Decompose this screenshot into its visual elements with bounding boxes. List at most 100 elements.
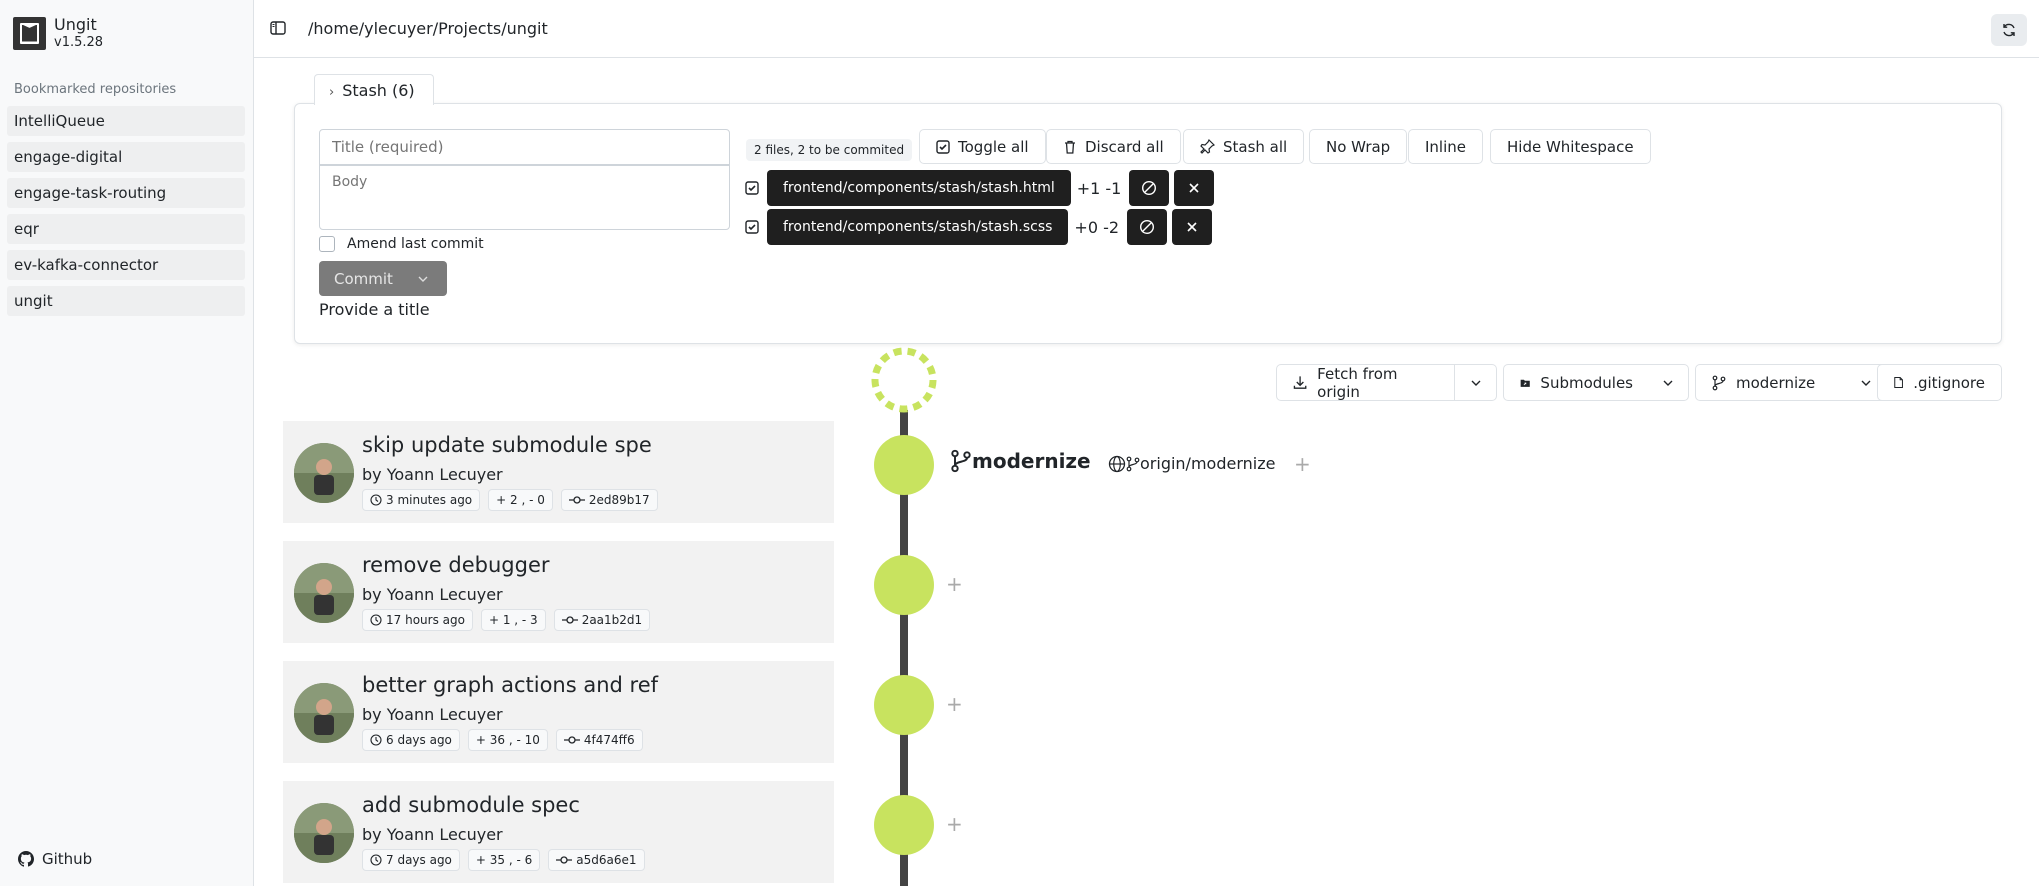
add-ref-button[interactable]: + [946,572,963,596]
ignore-file-button[interactable] [1129,170,1170,206]
commit-body-input[interactable] [319,165,730,230]
add-ref-button[interactable]: + [946,812,963,836]
commit-time-text: 6 days ago [386,733,452,747]
refresh-icon [2003,23,2015,37]
commit-sha-text: 2ed89b17 [588,493,650,507]
stash-toggle[interactable]: › Stash (6) [314,74,434,105]
bookmark-item[interactable]: eqr [7,214,245,244]
commit-sha[interactable]: a5d6a6e1 [548,849,645,871]
commit-author: by Yoann Lecuyer [362,825,503,844]
discard-all-button[interactable]: Discard all [1046,129,1181,164]
clock-icon [370,734,382,746]
repo-path: /home/ylecuyer/Projects/ungit [308,19,548,38]
local-branch-ref[interactable]: modernize [950,449,1091,473]
stash-all-button[interactable]: Stash all [1183,129,1305,164]
submodules-label: Submodules [1540,373,1633,392]
remote-branch-ref[interactable]: origin/modernize [1108,454,1275,473]
ignore-file-button[interactable] [1127,209,1168,245]
fetch-dropdown-toggle[interactable] [1455,364,1497,401]
bookmark-item[interactable]: ev-kafka-connector [7,250,245,280]
commit-stats: + 1 , - 3 [480,609,546,631]
commit-node [874,555,934,615]
commit-button[interactable]: Commit [319,261,447,296]
bookmark-item[interactable]: engage-task-routing [7,178,245,208]
commit-author: by Yoann Lecuyer [362,465,503,484]
avatar [294,443,354,503]
file-row: frontend/components/stash/stash.scss +0 … [745,208,1217,246]
bookmark-item[interactable]: IntelliQueue [7,106,245,136]
avatar [294,683,354,743]
branch-button[interactable]: modernize [1695,364,1848,401]
toggle-sidebar-button[interactable] [270,20,286,40]
commit-author: by Yoann Lecuyer [362,705,503,724]
commit-time-text: 7 days ago [386,853,452,867]
amend-checkbox[interactable]: Amend last commit [319,236,484,252]
commit-author: by Yoann Lecuyer [362,585,503,604]
no-wrap-label: No Wrap [1326,137,1391,156]
inline-button[interactable]: Inline [1408,129,1484,164]
brand[interactable]: Ungit v1.5.28 [13,15,103,51]
clock-icon [370,854,382,866]
stash-label: Stash (6) [342,81,415,100]
check-square-icon [745,181,759,195]
gitignore-label: .gitignore [1913,373,1985,392]
chevron-down-icon [1663,380,1672,386]
ban-icon [1140,219,1155,235]
commit-node [874,795,934,855]
commit-sha[interactable]: 2aa1b2d1 [553,609,651,631]
checkbox[interactable] [319,236,335,252]
no-wrap-button[interactable]: No Wrap [1309,129,1408,164]
commit-sha[interactable]: 4f474ff6 [555,729,643,751]
bookmark-item[interactable]: ungit [7,286,245,316]
add-ref-button[interactable]: + [1294,452,1311,476]
commit-title: remove debugger [362,553,550,577]
commit-time-text: 3 minutes ago [386,493,473,507]
amend-label: Amend last commit [347,236,484,252]
add-ref-button[interactable]: + [946,692,963,716]
bookmarks-heading: Bookmarked repositories [14,82,177,97]
file-stage-checkbox[interactable] [745,220,759,234]
branch-label: modernize [1736,373,1816,392]
staging-panel: Amend last commit Commit Provide a title… [294,103,2002,344]
commit-sha[interactable]: 2ed89b17 [560,489,658,511]
file-diff-stats: +1 -1 [1076,178,1122,198]
commit-card[interactable]: skip update submodule spe by Yoann Lecuy… [283,421,834,523]
commit-card[interactable]: remove debugger by Yoann Lecuyer 17 hour… [283,541,834,643]
commit-card[interactable]: add submodule spec by Yoann Lecuyer 7 da… [283,781,834,883]
chevron-right-icon: › [329,85,335,100]
chevron-down-icon[interactable] [417,273,429,285]
pin-icon [1200,139,1215,154]
submodules-button[interactable]: Submodules [1503,364,1650,401]
submodules-dropdown-toggle[interactable] [1647,364,1689,401]
gitignore-button[interactable]: .gitignore [1877,364,2002,401]
discard-file-button[interactable] [1172,209,1213,245]
toggle-all-button[interactable]: Toggle all [919,129,1046,164]
commit-title-input[interactable] [319,129,730,165]
commit-card[interactable]: better graph actions and ref by Yoann Le… [283,661,834,763]
clock-icon [370,494,382,506]
commit-time-text: 17 hours ago [386,613,465,627]
commit-stats: + 35 , - 6 [467,849,541,871]
commit-sha-text: a5d6a6e1 [576,853,637,867]
discard-file-button[interactable] [1174,170,1215,206]
file-name-button[interactable]: frontend/components/stash/stash.scss [767,209,1069,245]
files-count-badge: 2 files, 2 to be commited [746,139,913,161]
app-version: v1.5.28 [54,35,104,50]
header: /home/ylecuyer/Projects/ungit [254,0,2039,58]
avatar [294,563,354,623]
toggle-all-label: Toggle all [958,137,1029,156]
bookmark-item[interactable]: engage-digital [7,142,245,172]
hide-whitespace-button[interactable]: Hide Whitespace [1490,129,1651,164]
git-branch-icon [1712,375,1726,390]
sidebar: Ungit v1.5.28 Bookmarked repositories In… [0,0,254,886]
validation-message: Provide a title [319,300,430,319]
refresh-button[interactable] [1991,14,2027,46]
file-name-button[interactable]: frontend/components/stash/stash.html [767,170,1071,206]
check-square-icon [936,139,950,154]
folder-symlink-icon [1520,379,1530,387]
git-commit-icon [568,496,585,504]
fetch-button[interactable]: Fetch from origin [1276,364,1455,401]
file-stage-checkbox[interactable] [745,181,759,195]
commit-title: skip update submodule spe [362,433,652,457]
github-link[interactable]: Github [18,850,92,868]
